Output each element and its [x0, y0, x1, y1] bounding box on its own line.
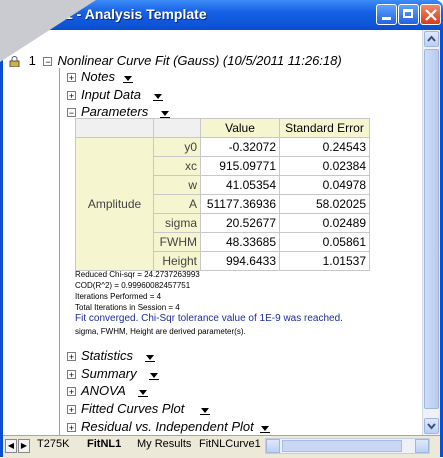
vertical-scrollbar[interactable] — [422, 30, 440, 435]
tree-item-anova[interactable]: + ANOVA — [67, 383, 149, 398]
param-name: w — [153, 175, 201, 195]
tab-next-button[interactable]: ▶ — [18, 439, 30, 453]
note-reduced-chi-sqr: Reduced Chi-sqr = 24.2737263993 — [75, 270, 200, 279]
section-label: Notes — [81, 69, 115, 84]
section-label: Residual vs. Independent Plot — [81, 419, 254, 434]
param-error[interactable]: 0.24543 — [279, 137, 370, 157]
tree-item-summary[interactable]: + Summary — [67, 366, 160, 381]
param-error[interactable]: 1.01537 — [279, 251, 370, 271]
section-label: Statistics — [81, 348, 134, 363]
minimize-icon — [382, 17, 391, 20]
expand-toggle[interactable]: + — [67, 73, 76, 83]
scroll-thumb[interactable] — [424, 49, 439, 409]
table-header-row: Value Standard Error — [75, 118, 370, 138]
maximize-button[interactable] — [398, 4, 419, 25]
dropdown-arrow-icon[interactable] — [200, 404, 211, 416]
chevron-down-icon — [427, 423, 436, 430]
dropdown-arrow-icon[interactable] — [153, 90, 164, 102]
blank-cell — [75, 118, 154, 138]
tab-prev-button[interactable]: ◀ — [5, 439, 17, 453]
collapse-toggle[interactable]: − — [67, 108, 76, 118]
param-name: xc — [153, 156, 201, 176]
dropdown-arrow-icon[interactable] — [148, 369, 160, 381]
param-value[interactable]: 41.05354 — [200, 175, 280, 195]
hscroll-thumb[interactable] — [282, 440, 402, 452]
maximize-icon — [403, 9, 413, 18]
tab-t275k[interactable]: T275K — [37, 438, 69, 454]
param-value[interactable]: 48.33685 — [200, 232, 280, 252]
close-button[interactable] — [420, 4, 441, 25]
param-value[interactable]: -0.32072 — [200, 137, 280, 157]
tree-item-fitted-curves-plot[interactable]: + Fitted Curves Plot — [67, 401, 211, 416]
note-derived-params: sigma, FWHM, Height are derived paramete… — [75, 327, 246, 336]
param-name: Height — [153, 251, 201, 271]
param-name: A — [153, 194, 201, 214]
overlay-shadow — [0, 0, 96, 62]
param-value[interactable]: 20.52677 — [200, 213, 280, 233]
scroll-right-button[interactable] — [415, 439, 429, 453]
scroll-down-button[interactable] — [424, 418, 439, 434]
tree-item-parameters[interactable]: − Parameters — [67, 104, 171, 119]
tree-item-input-data[interactable]: + Input Data — [67, 87, 164, 102]
dropdown-arrow-icon[interactable] — [160, 107, 171, 119]
expand-toggle[interactable]: + — [67, 352, 76, 362]
minimize-button[interactable] — [376, 4, 397, 25]
report-tree: 1 − Nonlinear Curve Fit (Gauss) (10/5/201… — [3, 30, 421, 435]
section-label: Input Data — [81, 87, 141, 102]
column-header-value[interactable]: Value — [200, 118, 280, 138]
note-iterations: Iterations Performed = 4 — [75, 292, 162, 301]
expand-toggle[interactable]: + — [67, 423, 76, 433]
section-label: Parameters — [81, 104, 149, 119]
expand-toggle[interactable]: + — [67, 370, 76, 380]
scroll-left-button[interactable] — [266, 439, 280, 453]
expand-toggle[interactable]: + — [67, 91, 76, 101]
note-total-iterations: Total Iterations in Session = 4 — [75, 303, 180, 312]
note-fit-converged: Fit converged. Chi-Sqr tolerance value o… — [75, 313, 343, 324]
expand-toggle[interactable]: + — [67, 405, 76, 415]
expand-toggle[interactable]: + — [67, 387, 76, 397]
chevron-up-icon — [427, 35, 436, 42]
dropdown-arrow-icon[interactable] — [145, 351, 156, 363]
root-label: Nonlinear Curve Fit (Gauss) (10/5/2011 1… — [57, 53, 342, 68]
parameters-table: Value Standard Error Amplitude y0 -0.320… — [75, 118, 370, 271]
param-error[interactable]: 0.02489 — [279, 213, 370, 233]
close-icon — [425, 9, 437, 21]
column-header-standard-error[interactable]: Standard Error — [279, 118, 370, 138]
param-error[interactable]: 0.05861 — [279, 232, 370, 252]
tree-guide-line — [59, 68, 60, 435]
param-name: y0 — [153, 137, 201, 157]
tree-item-notes[interactable]: + Notes — [67, 69, 134, 84]
note-cod: COD(R^2) = 0.99960082457751 — [75, 281, 191, 290]
param-error[interactable]: 58.02025 — [279, 194, 370, 214]
section-label: Fitted Curves Plot — [81, 401, 185, 416]
scroll-up-button[interactable] — [424, 31, 439, 47]
param-error[interactable]: 0.02384 — [279, 156, 370, 176]
sheet-tab-bar: ◀ ▶ T275K FitNL1 My Results FitNLCurve1 — [3, 435, 440, 458]
dropdown-arrow-icon[interactable] — [122, 72, 134, 84]
param-value[interactable]: 51177.36936 — [200, 194, 280, 214]
tab-fitnl1[interactable]: FitNL1 — [87, 438, 121, 454]
param-name: sigma — [153, 213, 201, 233]
dropdown-arrow-icon[interactable] — [259, 422, 271, 434]
param-error[interactable]: 0.04978 — [279, 175, 370, 195]
group-label: Amplitude — [75, 137, 154, 271]
horizontal-scrollbar[interactable] — [265, 438, 430, 454]
tree-item-statistics[interactable]: + Statistics — [67, 348, 156, 363]
tab-my-results[interactable]: My Results — [137, 438, 191, 454]
param-value[interactable]: 994.6433 — [200, 251, 280, 271]
section-label: ANOVA — [81, 383, 126, 398]
table-row: Amplitude y0 -0.32072 0.24543 — [75, 137, 370, 271]
report-sheet: 1 − Nonlinear Curve Fit (Gauss) (10/5/201… — [3, 30, 440, 435]
param-name: FWHM — [153, 232, 201, 252]
tab-fitnlcurve1[interactable]: FitNLCurve1 — [199, 438, 261, 454]
tree-item-residual-plot[interactable]: + Residual vs. Independent Plot — [67, 419, 271, 434]
dropdown-arrow-icon[interactable] — [137, 386, 149, 398]
section-label: Summary — [81, 366, 137, 381]
blank-cell — [153, 118, 201, 138]
param-value[interactable]: 915.09771 — [200, 156, 280, 176]
